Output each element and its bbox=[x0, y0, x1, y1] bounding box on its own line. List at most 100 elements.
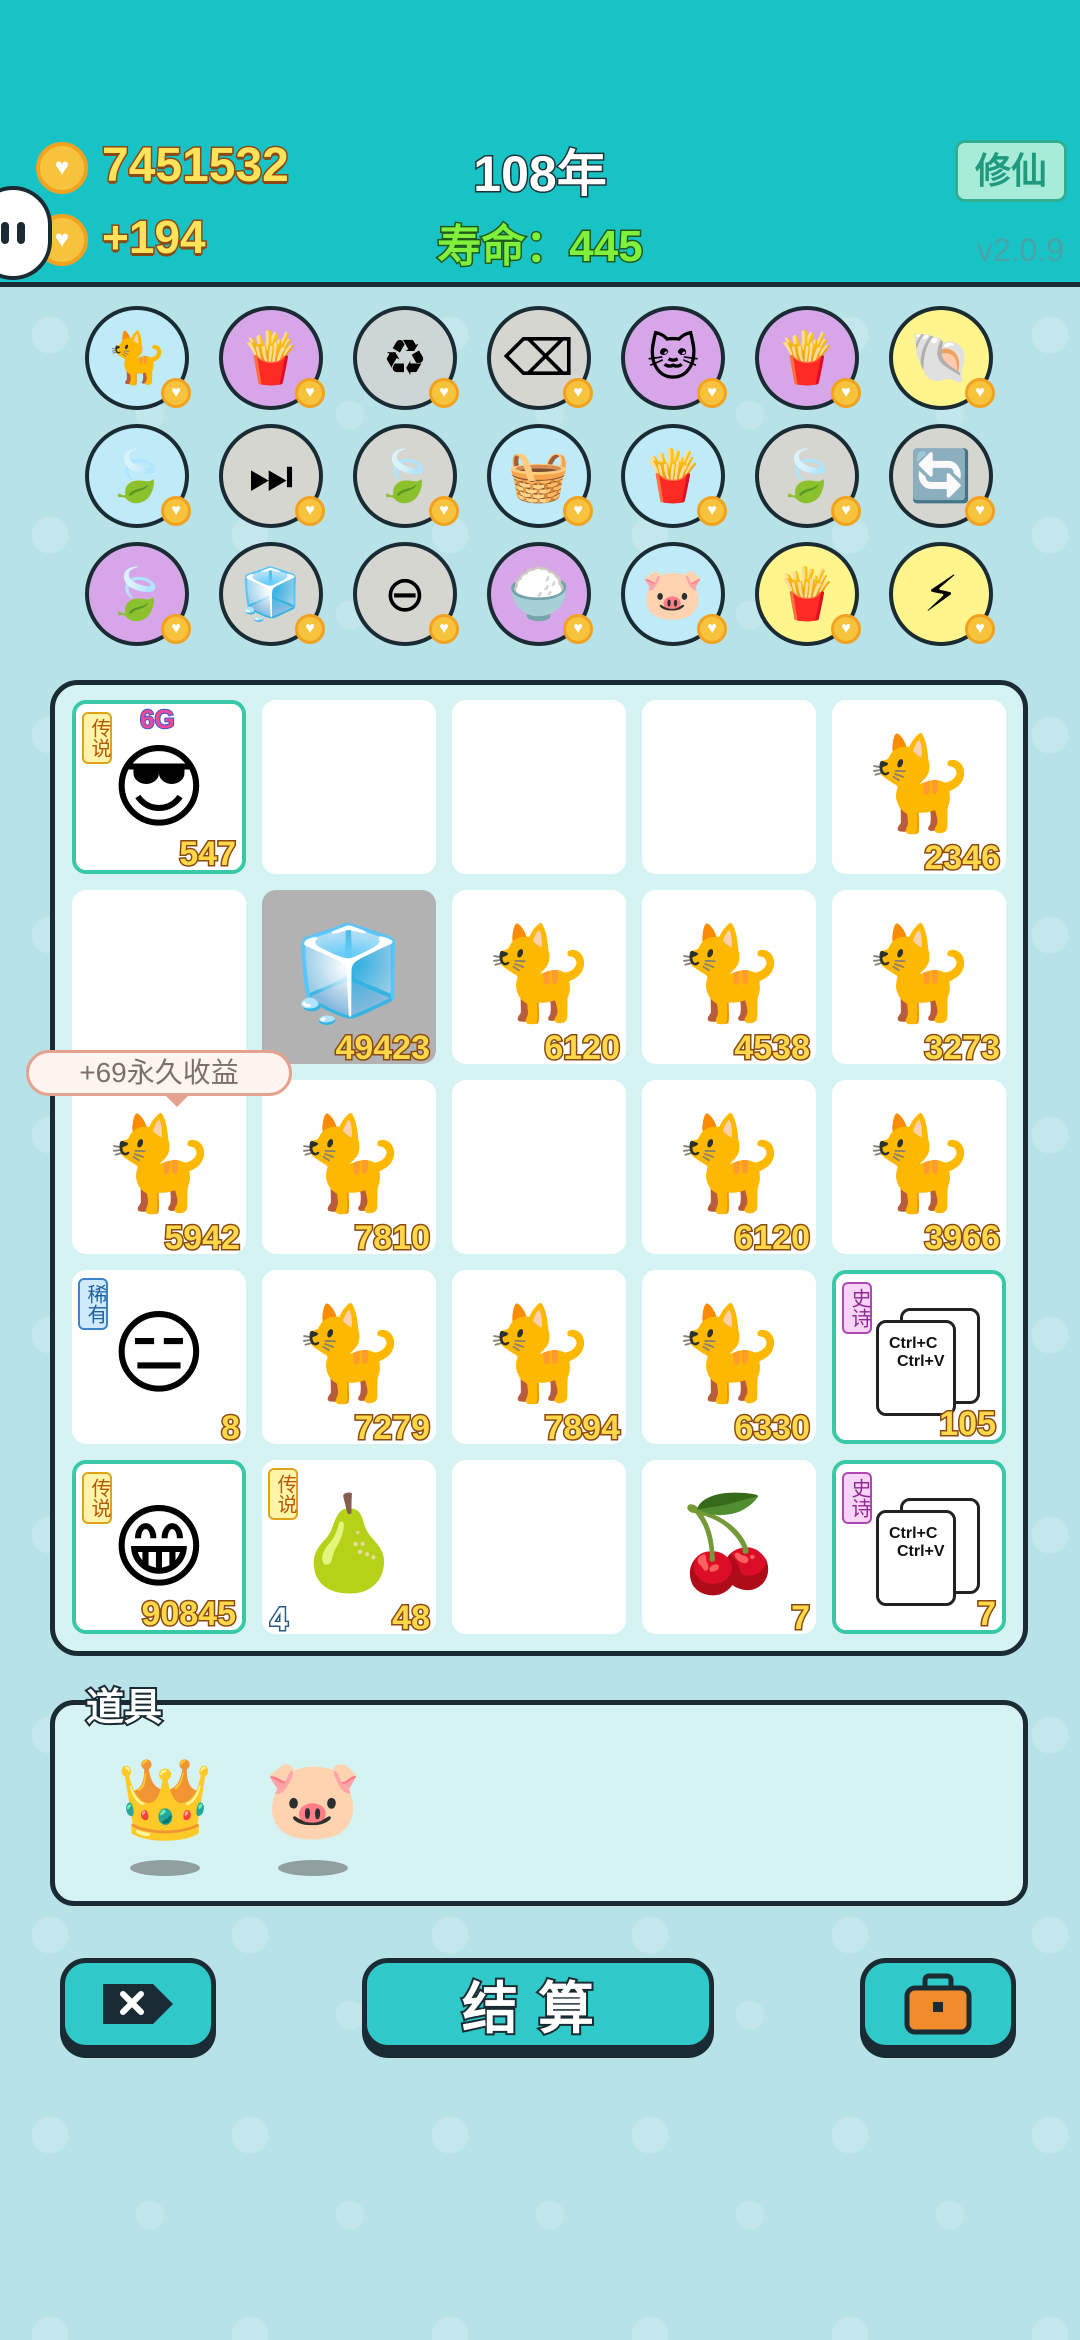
cat-icon: 🐈 bbox=[861, 733, 977, 835]
board-cell-cat[interactable]: 🐈 6120 bbox=[452, 890, 626, 1069]
heart-badge-icon: ♥ bbox=[697, 614, 727, 644]
board-cell-boss[interactable]: 😎 传说 6G 547 bbox=[72, 700, 246, 875]
leaf-icon[interactable]: 🍃 ♥ bbox=[85, 542, 191, 646]
fries-icon[interactable]: 🍟 ♥ bbox=[755, 306, 861, 410]
fries-icon[interactable]: 🍟 ♥ bbox=[755, 542, 861, 646]
board-cell-cat[interactable]: 🐈 7810 bbox=[262, 1080, 436, 1259]
sugar-cubes-icon[interactable]: 🧊 ♥ bbox=[219, 542, 325, 646]
fries-icon[interactable]: 🍟 ♥ bbox=[219, 306, 325, 410]
board-cell-cat[interactable]: 🐈 7894 bbox=[452, 1270, 626, 1449]
board-cell-grandpa[interactable]: 😁 传说 90845 bbox=[72, 1460, 246, 1635]
cat-icon: 🐈 bbox=[481, 923, 597, 1025]
cell-count: 7810 bbox=[353, 1218, 432, 1259]
heart-badge-icon: ♥ bbox=[831, 378, 861, 408]
heart-badge-icon: ♥ bbox=[429, 496, 459, 526]
cell-count: 7279 bbox=[353, 1408, 432, 1449]
heart-badge-icon: ♥ bbox=[161, 614, 191, 644]
board-cell-cat[interactable]: 🐈 7279 bbox=[262, 1270, 436, 1449]
coin-icon: ♥ bbox=[36, 142, 88, 194]
empty-cell[interactable] bbox=[72, 890, 246, 1064]
board-cell-man[interactable]: 😑 稀有 8 bbox=[72, 1270, 246, 1449]
board-cell-cat[interactable]: 🐈 6330 bbox=[642, 1270, 816, 1449]
board-cell-cat[interactable]: 🐈 5942 bbox=[72, 1080, 246, 1259]
delete-tag-icon bbox=[103, 1984, 173, 2024]
heart-badge-icon: ♥ bbox=[429, 378, 459, 408]
cell-count: 4538 bbox=[733, 1028, 812, 1069]
skip-icon[interactable]: ⏭ ♥ bbox=[219, 424, 325, 528]
cat-icon: 🐈 bbox=[861, 923, 977, 1025]
heart-badge-icon: ♥ bbox=[697, 496, 727, 526]
board-cell-cat[interactable]: 🐈 3966 bbox=[832, 1080, 1006, 1259]
board-cell-copy[interactable]: Ctrl+C Ctrl+V 史诗 105 bbox=[832, 1270, 1006, 1445]
leaf-icon[interactable]: 🍃 ♥ bbox=[85, 424, 191, 528]
rice-bowl-icon[interactable]: 🍚 ♥ bbox=[487, 542, 593, 646]
level-badge: 6G bbox=[139, 703, 176, 735]
cat-face-icon[interactable]: 🐈 ♥ bbox=[85, 306, 191, 410]
heart-badge-icon: ♥ bbox=[697, 378, 727, 408]
crown-icon[interactable]: 👑 bbox=[110, 1744, 220, 1854]
paste-paper-icon: Ctrl+C Ctrl+V bbox=[876, 1320, 956, 1416]
heart-badge-icon: ♥ bbox=[295, 496, 325, 526]
level-number: 4 bbox=[269, 1600, 290, 1639]
piggy-bank-icon[interactable]: 🐷 ♥ bbox=[621, 542, 727, 646]
rarity-tag: 稀有 bbox=[78, 1278, 108, 1330]
board-cell-fridge[interactable]: 🧊 49423 bbox=[262, 890, 436, 1069]
cultivation-button[interactable]: 修仙 bbox=[955, 140, 1067, 202]
recycle-icon[interactable]: ♻ ♥ bbox=[353, 306, 459, 410]
cell-count: 7894 bbox=[543, 1408, 622, 1449]
backpack-button[interactable] bbox=[860, 1958, 1016, 2050]
board-cell-cat[interactable]: 🐈 2346 bbox=[832, 700, 1006, 879]
board-cell-copy[interactable]: Ctrl+C Ctrl+V 史诗 7 bbox=[832, 1460, 1006, 1635]
items-title: 道具 bbox=[84, 1685, 164, 1731]
cat-icon: 🐈 bbox=[671, 1303, 787, 1405]
close-button[interactable] bbox=[60, 1958, 216, 2050]
delete-tag-icon[interactable]: ⌫ ♥ bbox=[487, 306, 593, 410]
board-cell-cat[interactable]: 🐈 4538 bbox=[642, 890, 816, 1069]
minus-icon[interactable]: ⊖ ♥ bbox=[353, 542, 459, 646]
ctrl-v-label: Ctrl+V bbox=[897, 1543, 945, 1560]
cell-count: 48 bbox=[391, 1598, 432, 1639]
empty-cell[interactable] bbox=[642, 700, 816, 874]
heart-badge-icon: ♥ bbox=[295, 614, 325, 644]
leaf-icon[interactable]: 🍃 ♥ bbox=[353, 424, 459, 528]
rarity-tag: 传说 bbox=[82, 712, 112, 764]
board-cell-cat[interactable]: 🐈 3273 bbox=[832, 890, 1006, 1069]
cell-count: 7 bbox=[790, 1598, 812, 1639]
board-cell-cherry[interactable]: 🍒 7 bbox=[642, 1460, 816, 1639]
refresh-icon[interactable]: 🔄 ♥ bbox=[889, 424, 995, 528]
empty-cell[interactable] bbox=[452, 700, 626, 874]
top-status-bar: ♥ 7451532 ♥ +194 108年 寿命：445 修仙 v2.0.9 bbox=[0, 0, 1080, 287]
shell-icon[interactable]: 🐚 ♥ bbox=[889, 306, 995, 410]
double-cat-icon[interactable]: 🐱 ♥ bbox=[621, 306, 727, 410]
board-cell-cat[interactable]: 🐈 6120 bbox=[642, 1080, 816, 1259]
lightning-icon[interactable]: ⚡ ♥ bbox=[889, 542, 995, 646]
cat-icon: 🐈 bbox=[291, 1113, 407, 1215]
fruit-basket-icon[interactable]: 🧺 ♥ bbox=[487, 424, 593, 528]
ctrl-c-label: Ctrl+C bbox=[889, 1335, 938, 1352]
cell-count: 6120 bbox=[733, 1218, 812, 1259]
cell-count: 105 bbox=[938, 1404, 998, 1445]
cell-count: 7 bbox=[976, 1594, 998, 1635]
fries-icon[interactable]: 🍟 ♥ bbox=[621, 424, 727, 528]
cell-count: 3273 bbox=[923, 1028, 1002, 1069]
cat-icon: 🐈 bbox=[671, 1113, 787, 1215]
cat-icon: 🐈 bbox=[291, 1303, 407, 1405]
settle-button[interactable]: 结算 bbox=[362, 1958, 714, 2050]
empty-cell[interactable] bbox=[452, 1460, 626, 1634]
piggy-bank-icon[interactable]: 🐷 bbox=[258, 1744, 368, 1854]
heart-badge-icon: ♥ bbox=[965, 378, 995, 408]
cell-count: 49423 bbox=[334, 1028, 432, 1069]
leaf-icon[interactable]: 🍃 ♥ bbox=[755, 424, 861, 528]
item-shadow bbox=[278, 1860, 348, 1876]
heart-badge-icon: ♥ bbox=[831, 496, 861, 526]
ctrl-c-label: Ctrl+C bbox=[889, 1525, 938, 1542]
income-rate: +194 bbox=[101, 210, 208, 265]
board-cell-pear[interactable]: 🍐 传说 4 48 bbox=[262, 1460, 436, 1639]
paste-paper-icon: Ctrl+C Ctrl+V bbox=[876, 1510, 956, 1606]
empty-cell[interactable] bbox=[262, 700, 436, 874]
cell-count: 90845 bbox=[140, 1594, 238, 1635]
settle-label: 结算 bbox=[460, 1975, 614, 2042]
empty-cell[interactable] bbox=[452, 1080, 626, 1254]
cat-icon: 🐈 bbox=[101, 1113, 217, 1215]
bonus-tooltip: +69永久收益 bbox=[26, 1050, 292, 1107]
